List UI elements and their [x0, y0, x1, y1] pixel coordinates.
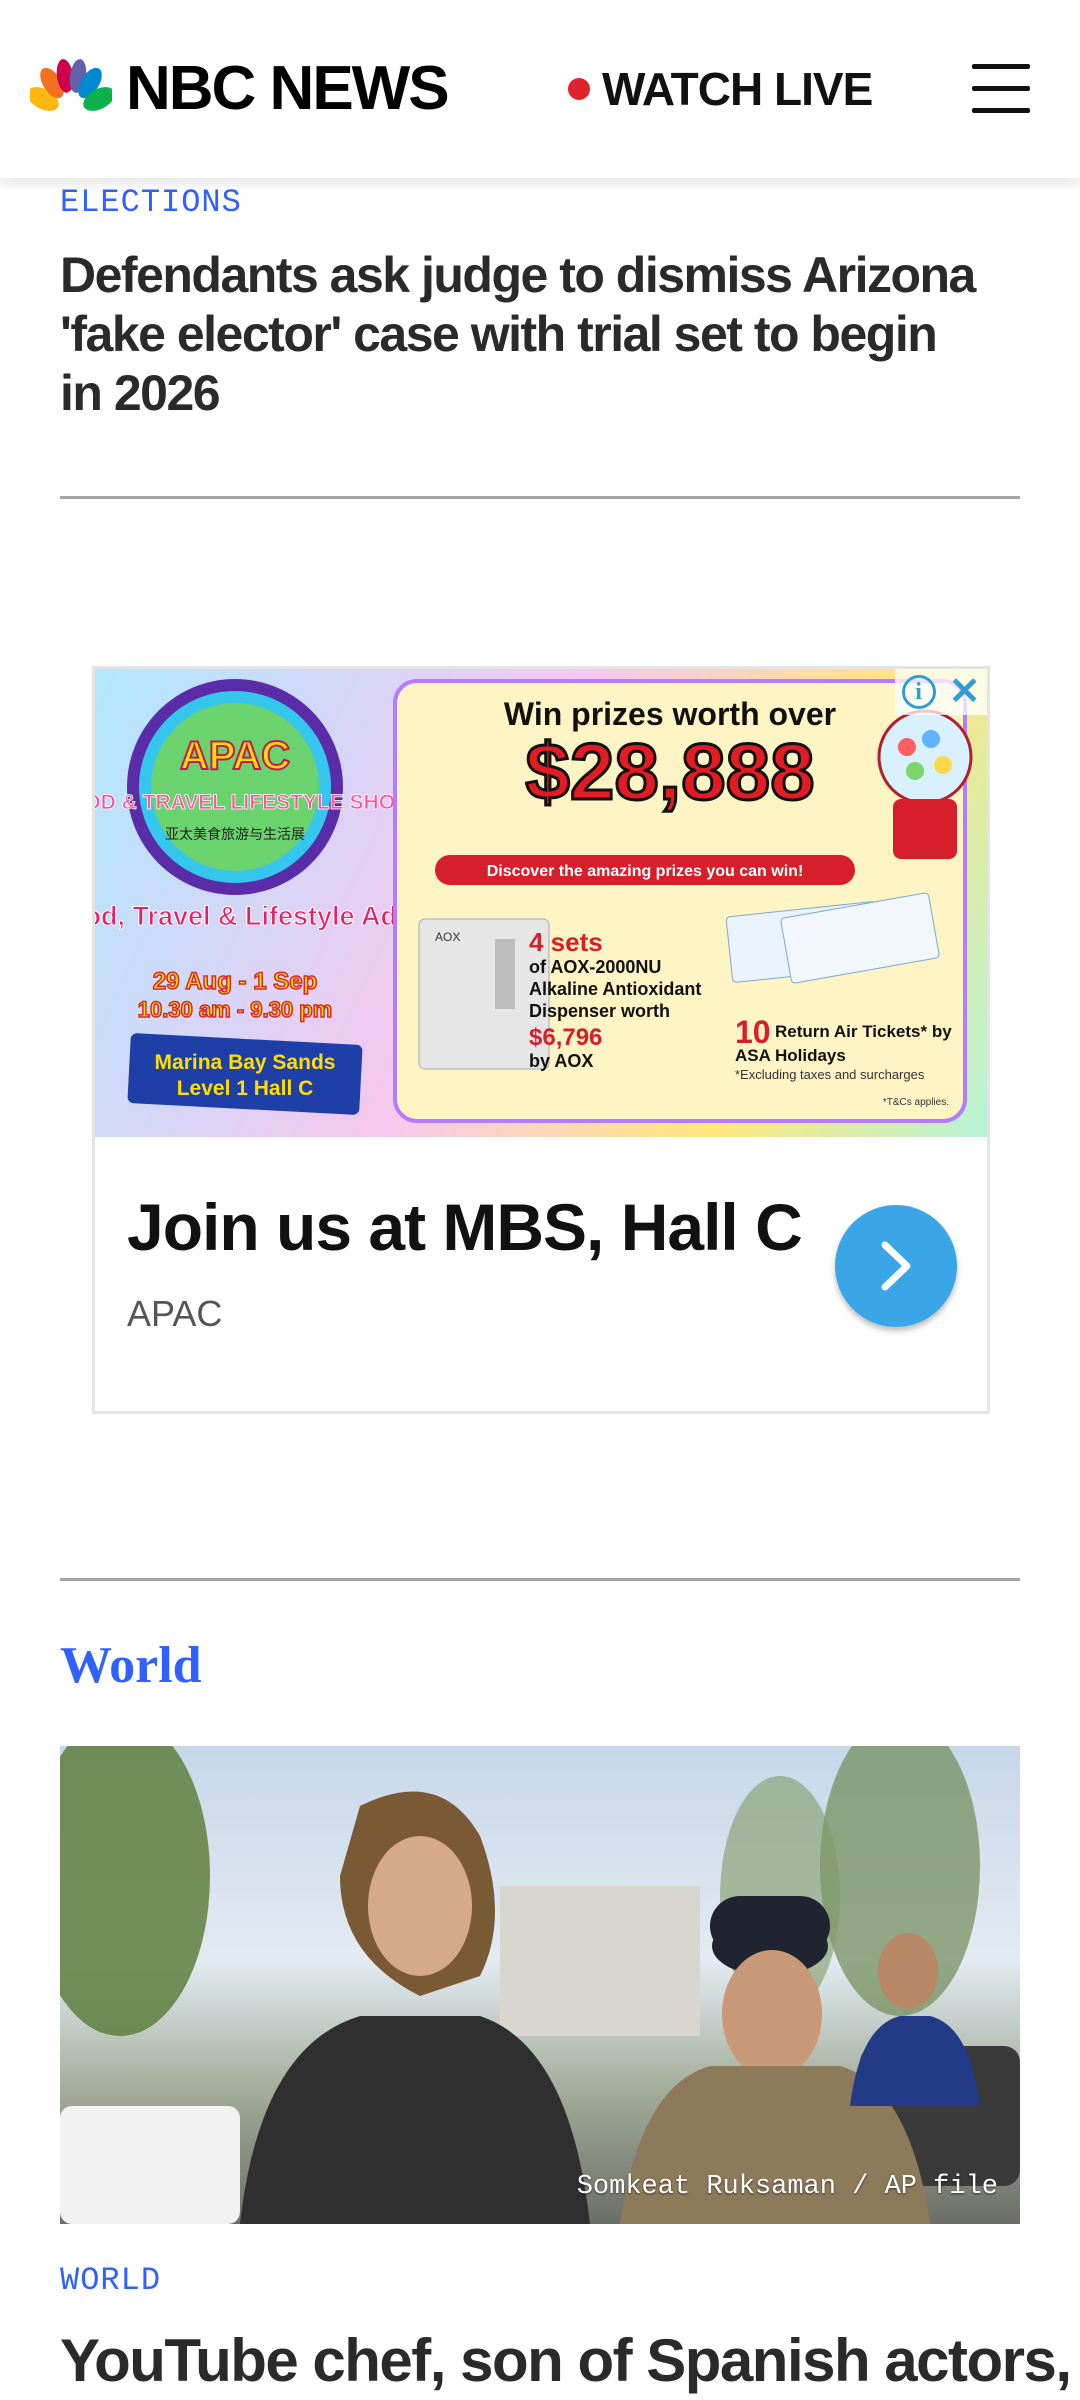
- ad-show-chinese: 亚太美食旅游与生活展: [165, 826, 305, 843]
- world-headline-link[interactable]: YouTube chef, son of Spanish actors,: [60, 2326, 1072, 2396]
- ad-close-icon[interactable]: ✕: [949, 673, 981, 711]
- live-dot-icon: [568, 78, 590, 100]
- ad-cta-title[interactable]: Join us at MBS, Hall C: [127, 1189, 803, 1265]
- ad-prize-amount: $28,888: [525, 727, 814, 816]
- ad-prize1-by: by AOX: [529, 1051, 593, 1071]
- ad-hours: 10.30 am - 9.30 pm: [138, 997, 332, 1022]
- ad-dates: 29 Aug - 1 Sep: [153, 968, 317, 995]
- ad-banner-image[interactable]: APAC FOOD & TRAVEL LIFESTYLE SHOW 亚太美食旅游…: [95, 669, 987, 1137]
- ad-advertiser: APAC: [127, 1293, 223, 1334]
- ad-device-label: AOX: [435, 930, 460, 944]
- ad-prize1-desc1: of AOX-2000NU: [529, 957, 661, 977]
- ad-prize2-count: 10: [735, 1014, 771, 1050]
- ad-prize1-value: $6,796: [529, 1024, 602, 1051]
- nbc-news-logo[interactable]: NBC NEWS: [30, 54, 450, 123]
- ad-prize1-desc2: Alkaline Antioxidant: [529, 979, 701, 999]
- chevron-right-icon: [881, 1241, 911, 1291]
- ad-tcs: *T&Cs applies.: [883, 1097, 949, 1108]
- article-photo-graphic: [60, 1746, 1020, 2224]
- ad-prize2-desc2: ASA Holidays: [735, 1046, 846, 1065]
- ad-venue-line2: Level 1 Hall C: [177, 1077, 314, 1100]
- ad-show-name: APAC: [180, 734, 290, 778]
- watch-live-button[interactable]: WATCH LIVE: [568, 62, 873, 116]
- advertisement[interactable]: APAC FOOD & TRAVEL LIFESTYLE SHOW 亚太美食旅游…: [92, 666, 990, 1414]
- ad-open-button[interactable]: [835, 1205, 957, 1327]
- page: NBC NEWS WATCH LIVE ELECTIONS Defendants…: [0, 0, 1080, 2400]
- divider: [60, 1578, 1020, 1581]
- ad-choices[interactable]: i ✕: [895, 669, 987, 715]
- ad-prize2-desc1: Return Air Tickets* by: [775, 1022, 952, 1041]
- ad-show-subtitle: FOOD & TRAVEL LIFESTYLE SHOW: [95, 791, 415, 814]
- nbc-peacock-icon: [30, 59, 112, 119]
- elections-eyebrow-link[interactable]: ELECTIONS: [60, 184, 242, 221]
- watch-live-label: WATCH LIVE: [602, 63, 873, 115]
- ad-info-icon[interactable]: i: [901, 675, 936, 709]
- section-title-world[interactable]: World: [60, 1636, 202, 1695]
- logo-text: NBC NEWS: [126, 54, 450, 123]
- ad-prize2-note: *Excluding taxes and surcharges: [735, 1067, 925, 1082]
- elections-headline-link[interactable]: Defendants ask judge to dismiss Arizona …: [60, 246, 980, 423]
- divider: [60, 496, 1020, 499]
- site-header: NBC NEWS WATCH LIVE: [0, 0, 1080, 178]
- world-eyebrow-link[interactable]: WORLD: [60, 2262, 161, 2299]
- ad-prize-sub: Discover the amazing prizes you can win!: [487, 863, 804, 880]
- ad-prize1-desc3: Dispenser worth: [529, 1001, 670, 1021]
- photo-credit: Somkeat Ruksaman / AP file: [576, 2172, 998, 2202]
- article-photo[interactable]: Somkeat Ruksaman / AP file: [60, 1746, 1020, 2224]
- hamburger-menu-icon[interactable]: [972, 62, 1034, 114]
- ad-banner-graphic: APAC FOOD & TRAVEL LIFESTYLE SHOW 亚太美食旅游…: [95, 679, 973, 1123]
- ad-venue-line1: Marina Bay Sands: [155, 1051, 336, 1074]
- ad-prize1-count: 4 sets: [529, 927, 603, 957]
